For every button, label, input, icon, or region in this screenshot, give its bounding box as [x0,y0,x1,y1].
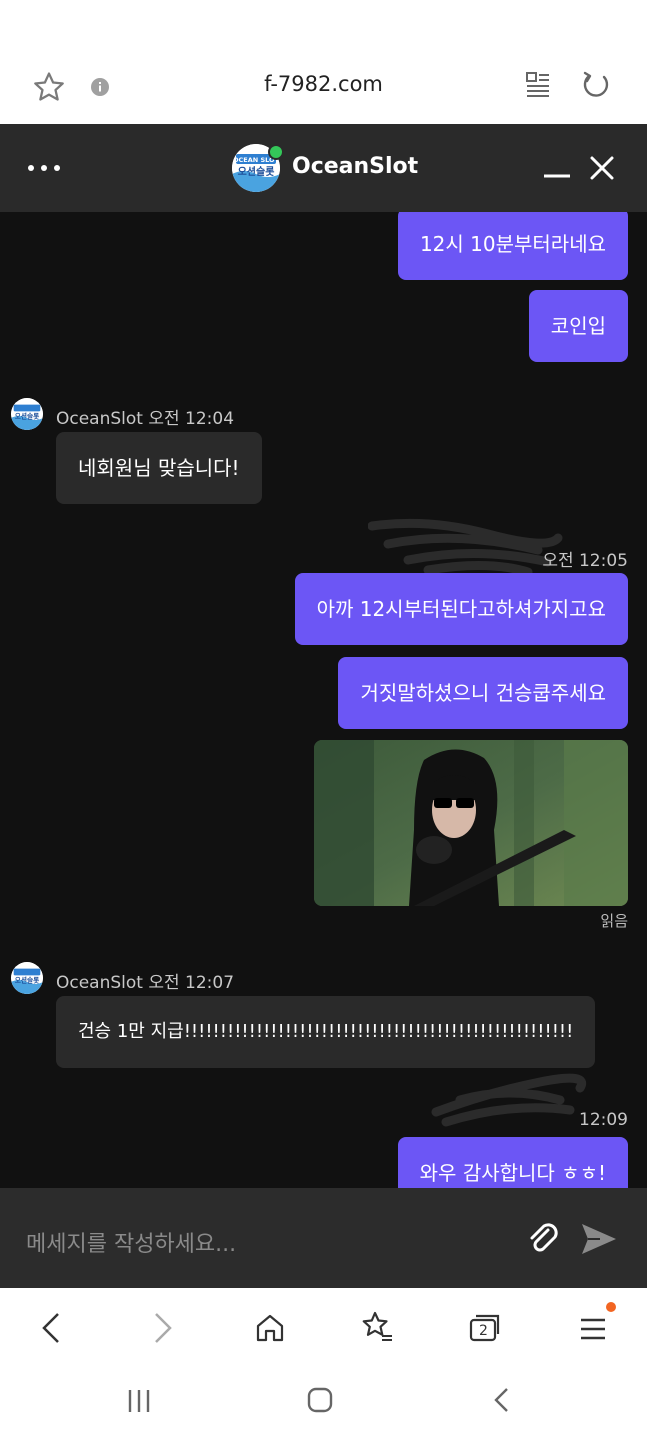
tabs-icon[interactable]: 2 [468,1312,502,1348]
redaction-scribble [431,1073,587,1127]
message-bubble-outgoing: 와우 감사합니다 ㅎㅎ! [397,1137,628,1188]
message-input[interactable]: 메세지를 작성하세요... [26,1226,236,1258]
sender-meta: OceanSlot 오전 12:07 [56,973,235,993]
bookmarks-icon[interactable] [360,1310,394,1348]
message-time: 오전 12:05 [542,551,628,571]
svg-text:오션슬롯: 오션슬롯 [238,165,275,178]
notification-dot [606,1302,616,1312]
close-icon[interactable] [588,154,616,186]
message-bubble-incoming: 건승 1만 지급!!!!!!!!!!!!!!!!!!!!!!!!!!!!!!!!… [56,996,596,1068]
forward-icon[interactable] [150,1312,174,1348]
redaction-scribble [368,518,563,576]
svg-text:오션슬롯: 오션슬롯 [15,412,40,421]
reload-icon[interactable] [580,68,612,104]
message-composer: 메세지를 작성하세요... [0,1188,647,1288]
reader-mode-icon[interactable] [524,70,552,104]
browser-toolbar: 2 [0,1288,647,1368]
home-icon[interactable] [254,1312,286,1348]
minimize-icon[interactable] [542,164,572,184]
message-bubble-outgoing: 거짓말하셨으니 건승쿱주세요 [338,657,628,729]
sender-meta: OceanSlot 오전 12:04 [56,409,235,429]
message-time: 12:09 [579,1110,628,1130]
message-image[interactable] [314,740,628,906]
avatar: 오션슬롯 [11,962,43,994]
recents-icon[interactable] [126,1388,152,1418]
status-bar [0,0,647,40]
chat-header: OCEAN SLOT 오션슬롯 OceanSlot [0,124,647,212]
system-navigation [0,1368,647,1440]
online-status-dot [268,144,284,160]
message-bubble-outgoing: 12시 10분부터라네요 [397,212,628,280]
back-icon[interactable] [40,1312,64,1348]
send-icon[interactable] [580,1222,618,1260]
message-bubble-outgoing: 아까 12시부터된다고하셔가지고요 [294,573,628,645]
chat-messages[interactable]: 12시 10분부터라네요 코인입 오션슬롯 OceanSlot 오전 12:04… [0,212,647,1188]
chat-title: OceanSlot [292,154,419,179]
menu-icon[interactable] [578,1312,610,1348]
svg-text:오션슬롯: 오션슬롯 [15,976,40,985]
avatar: 오션슬롯 [11,398,43,430]
address-bar: f-7982.com [0,40,647,125]
read-receipt: 읽음 [600,912,628,930]
system-back-icon[interactable] [490,1386,512,1418]
home-button-icon[interactable] [306,1386,334,1418]
message-bubble-outgoing: 코인입 [528,290,628,362]
attach-icon[interactable] [526,1222,562,1262]
tab-count: 2 [479,1323,488,1339]
more-icon[interactable] [26,160,62,180]
message-bubble-incoming: 네회원님 맞습니다! [56,432,262,504]
